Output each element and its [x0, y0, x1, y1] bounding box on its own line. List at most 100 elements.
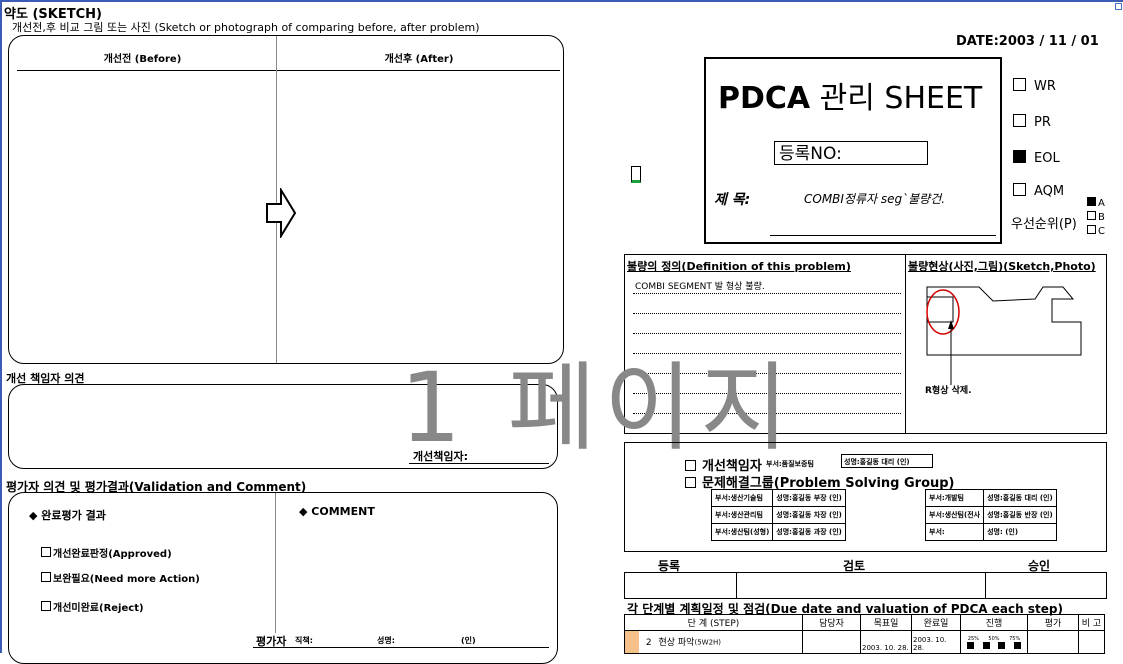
step-suffix: (5W2H): [694, 638, 722, 647]
plan-header-step: 단 계 (STEP): [624, 614, 803, 631]
option-reject[interactable]: 개선미완료(Reject): [41, 599, 144, 614]
dept-cell: 부서:개발팀: [924, 489, 985, 507]
corner-marker: [1115, 3, 1122, 10]
type-label: AQM: [1034, 184, 1065, 199]
sheet-title-bold: PDCA: [718, 81, 811, 116]
approval-divider: [736, 573, 737, 598]
phenomenon-title: 불량현상(사진,그림)(Sketch,Photo): [908, 260, 1096, 273]
window-left-border: [0, 0, 2, 653]
option-label: 개선미완료(Reject): [53, 603, 144, 614]
sketch-subtitle: 개선전,후 비교 그림 또는 사진 (Sketch or photograph …: [12, 21, 480, 34]
priority-c[interactable]: C: [1087, 225, 1105, 239]
type-aqm[interactable]: AQM: [1013, 183, 1064, 199]
reg-no-field[interactable]: 등록NO:: [774, 141, 928, 165]
definition-text: COMBI SEGMENT 발 형상 불량.: [635, 282, 765, 292]
plan-table: 단 계 (STEP) 담당자 목표일 완료일 진행 평가 비 고 2 현상 파악…: [624, 614, 1105, 654]
sheet-title-rest: 관리 SHEET: [810, 81, 983, 116]
plan-header-owner: 담당자: [802, 614, 861, 631]
plan-header-remark: 비 고: [1078, 614, 1105, 631]
type-label: EOL: [1034, 151, 1060, 166]
checkbox-icon[interactable]: [1087, 211, 1096, 220]
priority-label-c: C: [1098, 226, 1105, 237]
checkbox-icon[interactable]: [685, 460, 696, 471]
window-top-border: [0, 0, 1123, 2]
checkbox-checked-icon[interactable]: [1013, 150, 1026, 163]
plan-header-done: 완료일: [911, 614, 961, 631]
priority-label-a: A: [1098, 198, 1105, 209]
checkbox-checked-icon[interactable]: [1087, 197, 1096, 206]
plan-remark-cell[interactable]: [1078, 630, 1105, 654]
dept-cell: 부서:생산기술팀: [710, 489, 774, 507]
progress-squares: [963, 641, 1025, 649]
name-cell: 성명:홍길동 차장 (인): [772, 506, 846, 524]
dotted-line: [633, 313, 901, 314]
checkbox-icon[interactable]: [41, 572, 51, 582]
priority-options: A B C: [1087, 197, 1105, 239]
group-table-b: 부서:개발팀 성명:홍길동 대리 (인) 부서:생산팀(전사 성명:홍길동 반장 (…: [924, 489, 1057, 541]
result-label: ◆ 완료평가 결과: [29, 509, 106, 522]
plan-header-target: 목표일: [860, 614, 912, 631]
group-table-a: 부서:생산기술팀 성명:홍길동 부장 (인) 부서:생산관리팀 성명:홍길동 차장 …: [710, 489, 846, 541]
step-name: 현상 파악: [658, 637, 695, 648]
option-label: 개선완료판정(Approved): [53, 549, 172, 560]
name-cell: 성명:홍길동 대리 (인): [983, 489, 1057, 507]
after-label: 개선후 (After): [384, 54, 454, 65]
priority-a[interactable]: A: [1087, 197, 1105, 211]
progress-square: [967, 641, 975, 649]
checkbox-icon[interactable]: [1013, 183, 1026, 196]
plan-step-cell: 2 현상 파악(5W2H): [624, 630, 803, 654]
priority-b[interactable]: B: [1087, 211, 1105, 225]
progress-square: [982, 641, 990, 649]
sheet-title: PDCA 관리 SHEET: [718, 73, 982, 117]
type-wr[interactable]: WR: [1013, 78, 1056, 94]
plan-owner-cell[interactable]: [802, 630, 861, 654]
sheet-title-box: PDCA 관리 SHEET 등록NO: 제 목: COMBI정류자 seg`불량…: [704, 57, 1002, 244]
step-color-marker: [625, 631, 639, 653]
checkbox-icon[interactable]: [41, 601, 51, 611]
evaluation-divider: [275, 493, 276, 633]
type-pr[interactable]: PR: [1013, 114, 1051, 130]
dotted-line: [633, 293, 901, 294]
dept-cell: 부서:생산관리팀: [710, 506, 774, 524]
evaluation-box: ◆ 완료평가 결과 ◆ COMMENT 개선완료판정(Approved) 보완필…: [8, 492, 558, 664]
definition-divider: [905, 255, 906, 433]
owner-dept: 부서:품질보증팀: [766, 460, 814, 468]
approval-divider: [985, 573, 986, 598]
option-approved[interactable]: 개선완료판정(Approved): [41, 545, 172, 560]
dept-cell: 부서:: [924, 523, 985, 541]
arrow-right-icon: [266, 188, 297, 238]
plan-progress-cell: 25% 50% 75%: [960, 630, 1028, 654]
checkbox-icon[interactable]: [41, 547, 51, 557]
plan-eval-cell[interactable]: [1027, 630, 1079, 654]
checkbox-icon[interactable]: [1087, 225, 1096, 234]
seal-label: (인): [461, 636, 476, 645]
option-need-more-action[interactable]: 보완필요(Need more Action): [41, 570, 200, 585]
checkbox-icon[interactable]: [685, 477, 696, 488]
plan-done-cell[interactable]: 2003. 10. 28.: [911, 630, 961, 654]
plan-target-cell[interactable]: 2003. 10. 28.: [860, 630, 912, 654]
subject-value: COMBI정류자 seg`불량건.: [804, 192, 946, 206]
type-eol[interactable]: EOL: [1013, 150, 1060, 166]
type-label: WR: [1034, 79, 1056, 94]
name-cell: 성명: (인): [983, 523, 1057, 541]
evaluator-line: [253, 647, 549, 648]
checkbox-icon[interactable]: [1013, 78, 1026, 91]
before-label: 개선전 (Before): [103, 54, 182, 65]
progress-square: [1013, 641, 1021, 649]
sketch-header-line: [17, 70, 560, 71]
dept-cell: 부서:생산팀(성형): [710, 523, 774, 541]
subject-label: 제 목:: [714, 192, 751, 208]
option-label: 보완필요(Need more Action): [53, 574, 200, 585]
name-cell: 성명:홍길동 과장 (인): [772, 523, 846, 541]
name-label: 성명:: [377, 636, 395, 645]
phenomenon-annotation: R형상 삭제.: [925, 386, 972, 396]
priority-label-b: B: [1098, 212, 1105, 223]
cell-cursor-marker: [631, 166, 641, 183]
dept-cell: 부서:생산팀(전사: [924, 506, 985, 524]
plan-header-eval: 평가: [1027, 614, 1079, 631]
definition-title: 불량의 정의(Definition of this problem): [627, 260, 851, 273]
responsible-box: 개선책임자 부서:품질보증팀 성명:홍길동 대리 (인) 문제해결그룹(Prob…: [624, 442, 1107, 552]
checkbox-icon[interactable]: [1013, 114, 1026, 127]
defect-sketch: [926, 286, 1082, 385]
approval-box: [624, 572, 1107, 599]
